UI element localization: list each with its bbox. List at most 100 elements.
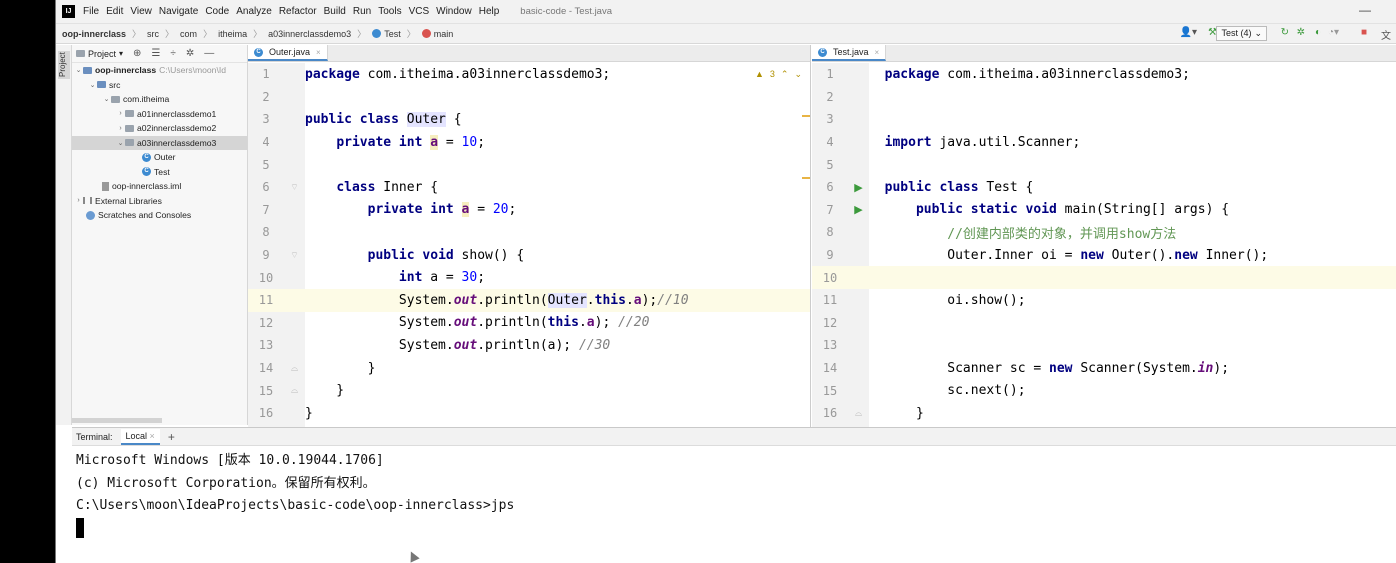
line-number: 9 [826,248,834,263]
intellij-logo-icon: IJ [62,5,75,18]
terminal-output[interactable]: Microsoft Windows [版本 10.0.19044.1706] (c… [72,446,1396,544]
breadcrumb-src[interactable]: src [147,29,159,39]
run-gutter-icon[interactable]: ▶ [848,181,869,194]
fold-end-icon[interactable]: ⌓ [848,408,869,419]
debug-icon[interactable]: ✲ [1297,27,1305,38]
menu-view[interactable]: View [130,6,157,17]
chevron-right-icon[interactable]: › [74,197,83,204]
add-tab-icon[interactable]: + [168,430,175,444]
class-icon: C [142,152,151,162]
terminal-prompt[interactable] [76,518,1393,541]
code-area[interactable]: 1 package com.itheima.a03innerclassdemo3;… [248,63,810,425]
project-tool-button[interactable]: Project [58,51,70,79]
menu-run[interactable]: Run [353,6,376,17]
line-number: 2 [826,89,834,104]
menu-vcs[interactable]: VCS [409,6,435,17]
menu-help[interactable]: Help [479,6,505,17]
warning-mark[interactable] [802,115,810,117]
chevron-down-icon[interactable]: ⌄ [88,81,97,89]
collapse-all-icon[interactable]: ☰ [151,48,160,59]
code-line: 8 [248,221,810,244]
editor-test-java[interactable]: C Test.java × 1 package com.itheima.a03i… [812,45,1396,427]
code-text: public class Test { [884,179,1034,195]
line-number: 7 [826,202,834,217]
project-view-select[interactable]: Project [88,49,116,59]
line-number: 15 [258,383,274,398]
code-line: 13 System.out.println(a); //30 [248,334,810,357]
translate-icon[interactable]: 文 [1381,27,1391,42]
minimize-icon[interactable]: — [1359,3,1371,17]
breadcrumb-class[interactable]: Test [372,29,401,39]
coverage-icon[interactable]: ◐ [1315,27,1321,38]
expand-all-icon[interactable]: ÷ [170,48,176,59]
tree-item-a03[interactable]: ⌄ a03innerclassdemo3 [72,135,247,150]
chevron-down-icon[interactable]: ⌄ [116,139,125,147]
tree-item-com-itheima[interactable]: ⌄ com.itheima [72,92,247,107]
tree-item-test[interactable]: C Test [72,165,247,180]
menu-edit[interactable]: Edit [106,6,128,17]
menu-tools[interactable]: Tools [378,6,406,17]
line-number: 11 [258,293,274,308]
breadcrumb-package[interactable]: a03innerclassdemo3 [268,29,351,39]
profile-icon[interactable]: ◔▾ [1328,27,1339,38]
tab-local[interactable]: Local × [120,428,160,445]
fold-end-icon[interactable]: ⌓ [284,363,305,374]
terminal-tab-bar: Terminal: Local × + [72,428,1396,446]
fold-icon[interactable]: ⌔ [284,182,305,193]
breadcrumb-itheima[interactable]: itheima [218,29,247,39]
fold-end-icon[interactable]: ⌓ [284,385,305,396]
menu-window[interactable]: Window [436,6,477,17]
breadcrumb-method[interactable]: main [421,29,453,39]
menu-navigate[interactable]: Navigate [159,6,203,17]
tree-item-src[interactable]: ⌄ src [72,78,247,93]
tree-item-scratches[interactable]: Scratches and Consoles [72,208,247,223]
code-area[interactable]: 1 package com.itheima.a03innerclassdemo3… [812,63,1396,425]
gear-icon[interactable]: ✲ [186,48,194,59]
menu-build[interactable]: Build [324,6,351,17]
stop-icon[interactable]: ■ [1361,27,1367,38]
tree-item-external-libraries[interactable]: › External Libraries [72,194,247,209]
close-icon[interactable]: × [875,48,880,57]
warning-mark[interactable] [802,177,810,179]
tab-outer-java[interactable]: C Outer.java × [248,45,328,61]
tree-item-a02[interactable]: › a02innerclassdemo2 [72,121,247,136]
chevron-down-icon[interactable]: ⌄ [102,95,111,103]
close-icon[interactable]: × [316,48,321,57]
horizontal-scrollbar[interactable] [72,418,162,423]
line-number: 7 [262,202,270,217]
menu-code[interactable]: Code [205,6,234,17]
chevron-down-icon[interactable]: ▾ [119,49,123,58]
code-text: private int a = 10; [336,134,486,150]
class-icon [372,29,382,38]
line-number: 14 [258,361,274,376]
chevron-down-icon[interactable]: ⌄ [74,66,83,74]
tree-item-module[interactable]: ⌄ oop-innerclass C:\Users\moon\Id [72,63,247,78]
menu-refactor[interactable]: Refactor [279,6,322,17]
terminal-panel[interactable]: Terminal: Local × + Microsoft Windows [版… [72,427,1396,563]
tree-item-outer[interactable]: C Outer [72,150,247,165]
run-gutter-icon[interactable]: ▶ [848,203,869,216]
run-icon[interactable]: ↻ [1281,27,1289,38]
breadcrumb-module[interactable]: oop-innerclass [62,29,126,39]
menu-analyze[interactable]: Analyze [236,6,277,17]
tree-item-a01[interactable]: › a01innerclassdemo1 [72,107,247,122]
window-title: basic-code - Test.java [520,6,612,17]
tree-item-path: C:\Users\moon\Id [159,65,227,76]
hide-icon[interactable]: — [204,48,214,59]
code-text: System.out.println(Outer.this.a);//10 [305,292,689,308]
tree-item-iml[interactable]: oop-innerclass.iml [72,179,247,194]
close-icon[interactable]: × [150,431,155,441]
breadcrumb-com[interactable]: com [180,29,197,39]
project-panel-header: Project ▾ ⊕ ☰ ÷ ✲ — [72,45,247,63]
breadcrumb-separator-icon: 〉 [406,29,416,39]
tab-test-java[interactable]: C Test.java × [812,45,887,61]
editor-outer-java[interactable]: C Outer.java × ▲ 3 ⌃ ⌄ 1 package com.ithei… [248,45,811,427]
menu-file[interactable]: File [83,6,104,17]
chevron-right-icon[interactable]: › [116,125,125,132]
chevron-right-icon[interactable]: › [116,110,125,117]
user-icon[interactable]: 👤▾ [1180,27,1197,38]
fold-icon[interactable]: ⌔ [284,250,305,261]
locate-icon[interactable]: ⊕ [133,48,141,59]
package-icon [125,110,134,118]
run-configuration-select[interactable]: Test (4) ⌄ [1216,26,1267,41]
